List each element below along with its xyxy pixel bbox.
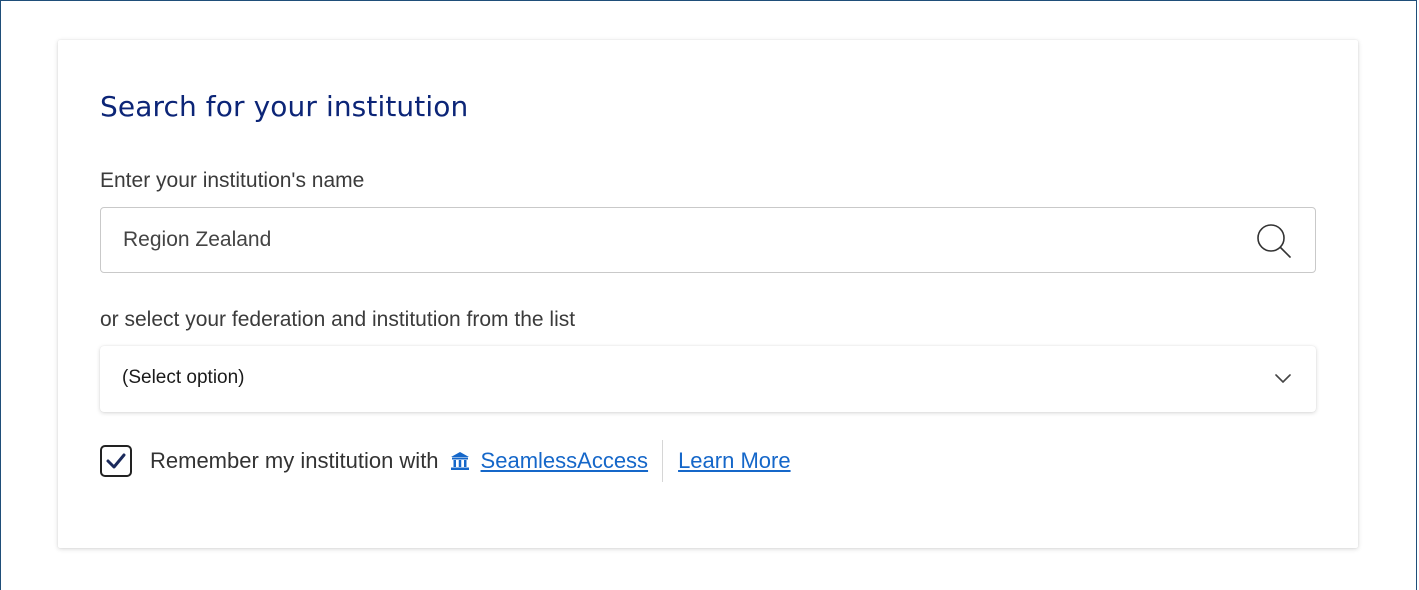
federation-select[interactable]: (Select option)	[100, 346, 1316, 412]
remember-row: Remember my institution with SeamlessAcc…	[100, 440, 791, 482]
search-icon[interactable]	[1255, 222, 1293, 260]
chevron-down-icon[interactable]	[1274, 372, 1292, 384]
divider	[662, 440, 664, 482]
remember-label: Remember my institution with	[150, 448, 439, 473]
search-input[interactable]	[123, 208, 1223, 272]
federation-list-label: or select your federation and institutio…	[100, 308, 576, 331]
learn-more-link[interactable]: Learn More	[678, 448, 791, 474]
institution-search-card: Search for your institution Enter your i…	[58, 40, 1358, 548]
checkmark-icon	[106, 453, 126, 469]
search-field[interactable]	[100, 207, 1316, 273]
federation-select-value[interactable]: (Select option)	[122, 367, 245, 389]
seamless-access-link[interactable]: SeamlessAccess	[481, 448, 649, 474]
card-title: Search for your institution	[100, 90, 469, 123]
institution-name-label: Enter your institution's name	[100, 169, 365, 192]
institution-icon[interactable]	[449, 450, 471, 472]
remember-checkbox[interactable]	[100, 445, 132, 477]
